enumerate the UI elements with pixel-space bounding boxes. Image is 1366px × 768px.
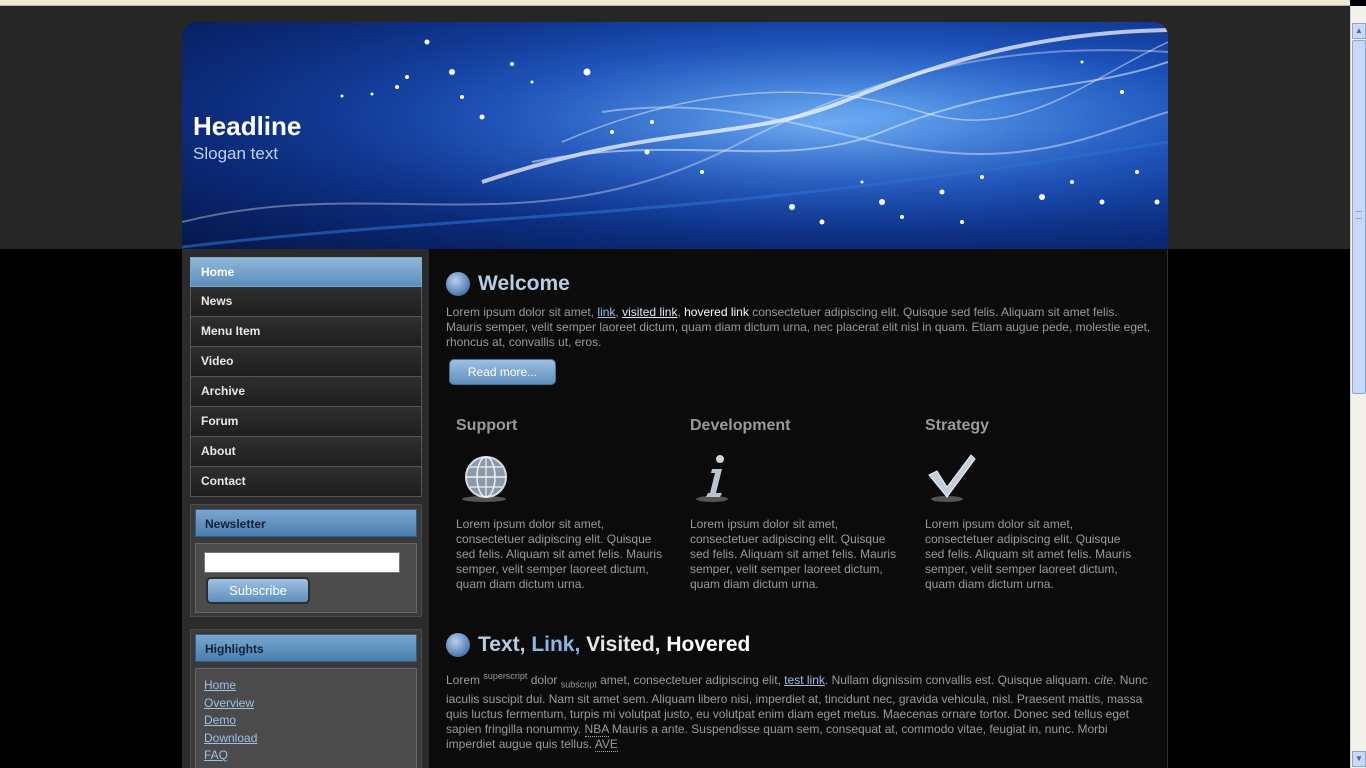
highlight-link-demo[interactable]: Demo <box>204 712 408 730</box>
highlight-link-download[interactable]: Download <box>204 730 408 748</box>
sample-superscript: superscript <box>483 671 528 681</box>
subscribe-button[interactable]: Subscribe <box>206 577 310 604</box>
welcome-hovered-link[interactable]: hovered link <box>684 305 749 319</box>
scroll-down-arrow-icon[interactable]: ▼ <box>1352 751 1366 767</box>
welcome-visited-link[interactable]: visited link <box>622 305 677 319</box>
welcome-title: Welcome <box>478 272 570 295</box>
strategy-column: Strategy Lorem ipsum dolor sit amet, con… <box>925 417 1143 592</box>
scroll-up-arrow-icon[interactable]: ▲ <box>1352 23 1366 39</box>
sample-abbr-nba: NBA <box>584 722 609 738</box>
sample-text: Lorem <box>446 673 481 687</box>
text-sample-paragraph: Lorem superscript dolor subscript amet, … <box>446 669 1151 753</box>
newsletter-title: Newsletter <box>195 509 417 537</box>
welcome-text-start: Lorem ipsum dolor sit amet, <box>446 305 595 319</box>
highlights-title: Highlights <box>195 634 417 662</box>
welcome-heading: Welcome <box>446 272 570 297</box>
sample-cite: cite <box>1094 673 1114 687</box>
vertical-scrollbar[interactable]: ▲ ▼ <box>1350 6 1366 768</box>
menu-item-forum[interactable]: Forum <box>190 407 422 437</box>
support-column: Support Lorem ipsum dolor sit amet, cons… <box>456 417 674 592</box>
support-title: Support <box>456 417 518 434</box>
header-banner: Headline Slogan text <box>182 22 1168 249</box>
info-icon <box>696 455 728 502</box>
menu-item-video[interactable]: Video <box>190 347 422 377</box>
heading-word-link: Link, <box>531 633 581 656</box>
sidebar: Home News Menu Item Video Archive Forum … <box>182 249 429 768</box>
scrollbar-grip-icon <box>1356 211 1362 219</box>
heading-bullet-icon <box>446 633 470 658</box>
highlight-link-home[interactable]: Home <box>204 677 408 695</box>
welcome-link[interactable]: link <box>597 305 615 319</box>
sample-subscript: subscript <box>560 679 597 690</box>
site-slogan: Slogan text <box>193 144 279 163</box>
menu-item-home[interactable]: Home <box>190 257 422 287</box>
menu-item-about[interactable]: About <box>190 437 422 467</box>
site-title: Headline <box>193 111 302 141</box>
support-text: Lorem ipsum dolor sit amet, consectetuer… <box>456 517 663 591</box>
main-menu: Home News Menu Item Video Archive Forum … <box>190 257 422 497</box>
test-link[interactable]: test link <box>784 673 825 687</box>
sample-text: . Nullam dignissim convallis est. Quisqu… <box>824 673 1092 687</box>
highlights-body: Home Overview Demo Download FAQ <box>195 668 417 768</box>
menu-item-contact[interactable]: Contact <box>190 467 422 497</box>
sample-abbr-ave: AVE <box>594 737 618 753</box>
main-content: Welcome Lorem ipsum dolor sit amet, link… <box>429 249 1168 768</box>
globe-icon <box>462 456 507 502</box>
heading-bullet-icon <box>446 272 470 297</box>
development-title: Development <box>690 417 791 434</box>
scrollbar-thumb[interactable] <box>1352 40 1366 394</box>
read-more-button[interactable]: Read more... <box>449 359 556 385</box>
newsletter-module: Newsletter Subscribe <box>190 504 422 617</box>
heading-word-hovered: Hovered <box>666 633 751 656</box>
checkmark-icon <box>928 454 976 502</box>
sample-text: dolor <box>530 673 558 687</box>
development-text: Lorem ipsum dolor sit amet, consectetuer… <box>690 517 897 591</box>
page-wrapper: Headline Slogan text Home News Menu Item… <box>182 22 1168 768</box>
newsletter-body: Subscribe <box>195 543 417 613</box>
development-column: Development Lorem ipsum dolor sit amet, … <box>690 417 908 592</box>
highlight-link-faq[interactable]: FAQ <box>204 747 408 765</box>
menu-item-menu-item[interactable]: Menu Item <box>190 317 422 347</box>
menu-item-archive[interactable]: Archive <box>190 377 422 407</box>
heading-word-visited: Visited, <box>586 633 661 656</box>
header-light-streaks <box>182 22 1168 249</box>
highlights-module: Highlights Home Overview Demo Download F… <box>190 629 422 768</box>
heading-word-text: Text, <box>478 633 526 656</box>
menu-item-news[interactable]: News <box>190 287 422 317</box>
newsletter-email-input[interactable] <box>204 552 400 573</box>
sample-text: amet, consectetuer adipiscing elit, <box>600 673 781 687</box>
highlight-link-overview[interactable]: Overview <box>204 695 408 713</box>
text-sample-heading: Text, Link, Visited, Hovered <box>446 633 751 658</box>
welcome-paragraph: Lorem ipsum dolor sit amet, link, visite… <box>446 305 1151 349</box>
strategy-text: Lorem ipsum dolor sit amet, consectetuer… <box>925 517 1132 591</box>
strategy-title: Strategy <box>925 417 990 434</box>
